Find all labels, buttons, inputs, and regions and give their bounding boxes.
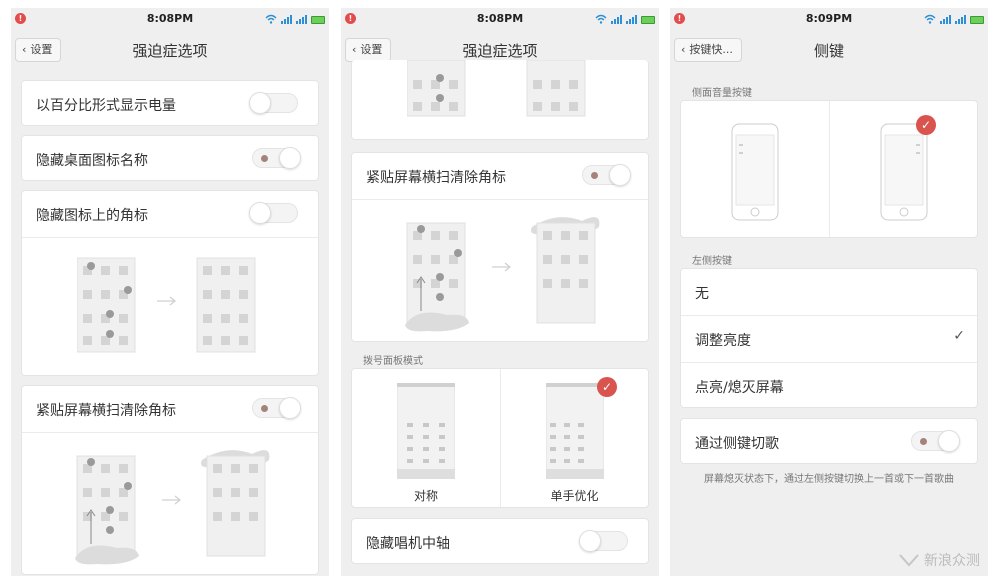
dial-symmetric-illustration xyxy=(397,383,455,479)
toggle-swipe-clear[interactable] xyxy=(582,164,631,186)
dial-option-label: 对称 xyxy=(413,489,438,503)
toggle-hide-badges[interactable] xyxy=(249,202,298,224)
row-hide-icon-names[interactable]: 隐藏桌面图标名称 xyxy=(21,135,319,181)
watermark: 新浪众测 xyxy=(898,550,980,570)
phone-right-illustration xyxy=(880,123,928,221)
swipe-illustration xyxy=(75,450,270,565)
signal-icon xyxy=(940,15,951,24)
signal-icon xyxy=(281,15,292,24)
option-none[interactable]: 无 xyxy=(681,269,977,315)
option-label: 调整亮度 xyxy=(695,333,751,349)
watermark-text: 新浪众测 xyxy=(924,553,980,569)
option-screen-toggle[interactable]: 点亮/熄灭屏幕 xyxy=(681,363,977,409)
selected-check-icon: ✓ xyxy=(916,115,936,135)
option-brightness[interactable]: 调整亮度 ✓ xyxy=(681,316,977,362)
page-title: 侧键 xyxy=(813,42,844,60)
row-swipe-clear[interactable]: 紧贴屏幕横扫清除角标 xyxy=(21,385,319,575)
dial-option-onehand[interactable]: ✓ 单手优化 xyxy=(501,369,648,509)
row-label: 隐藏唱机中轴 xyxy=(366,536,450,552)
wifi-icon xyxy=(265,14,277,24)
toggle-percent-battery[interactable] xyxy=(249,92,298,114)
battery-icon xyxy=(641,16,655,24)
screen-ocd-options-2: ! 8:08PM ‹ 设置 强迫症选项 紧贴屏幕横扫清除角标 拨号面板模式 对称… xyxy=(341,8,659,576)
wifi-icon xyxy=(595,14,607,24)
signal-icon-2 xyxy=(955,15,966,24)
page-title: 强迫症选项 xyxy=(132,42,208,60)
row-label: 紧贴屏幕横扫清除角标 xyxy=(36,403,176,419)
selected-check-icon: ✓ xyxy=(597,377,617,397)
row-label: 隐藏桌面图标名称 xyxy=(36,153,148,169)
row-label: 紧贴屏幕横扫清除角标 xyxy=(366,170,506,186)
row-percent-battery[interactable]: 以百分比形式显示电量 xyxy=(21,80,319,126)
volume-key-card: ✓ xyxy=(680,100,978,238)
phone-left-illustration xyxy=(731,123,779,221)
switch-song-note: 屏幕熄灭状态下，通过左侧按键切换上一首或下一首歌曲 xyxy=(704,474,954,485)
signal-icon xyxy=(611,15,622,24)
nav-bar: ‹ 按键快... 侧键 xyxy=(670,30,988,70)
dial-option-symmetric[interactable]: 对称 xyxy=(352,369,500,509)
status-bar: ! 8:08PM xyxy=(341,8,659,30)
battery-icon xyxy=(970,16,984,24)
option-label: 无 xyxy=(695,286,709,302)
status-bar: ! 8:08PM xyxy=(11,8,329,30)
page-title: 强迫症选项 xyxy=(462,42,538,60)
nav-bar: ‹ 设置 强迫症选项 xyxy=(11,30,329,70)
section-title-volume: 侧面音量按键 xyxy=(692,88,752,99)
wifi-icon xyxy=(924,14,936,24)
toggle-hide-icon-names[interactable] xyxy=(252,147,301,169)
badge-illustration xyxy=(407,60,586,117)
row-label: 通过侧键切歌 xyxy=(695,436,779,452)
volume-option-left[interactable] xyxy=(681,101,829,239)
signal-icon-2 xyxy=(296,15,307,24)
dial-mode-card: 对称 ✓ 单手优化 xyxy=(351,368,649,508)
left-key-options: 无 调整亮度 ✓ 点亮/熄灭屏幕 xyxy=(680,268,978,408)
row-hide-badges[interactable]: 隐藏图标上的角标 xyxy=(21,190,319,376)
dial-onehand-illustration xyxy=(546,383,604,479)
checkmark-icon: ✓ xyxy=(953,328,965,344)
toggle-hide-album-axis[interactable] xyxy=(579,530,628,552)
status-bar: ! 8:09PM xyxy=(670,8,988,30)
watermark-logo-icon xyxy=(899,554,919,567)
row-hide-album-axis[interactable]: 隐藏唱机中轴 xyxy=(351,518,649,564)
toggle-switch-song[interactable] xyxy=(911,430,960,452)
row-switch-song[interactable]: 通过侧键切歌 xyxy=(680,418,978,464)
row-hide-badges-partial xyxy=(351,60,649,140)
row-label: 隐藏图标上的角标 xyxy=(36,208,148,224)
battery-icon xyxy=(311,16,325,24)
section-title-dial: 拨号面板模式 xyxy=(363,356,423,367)
swipe-illustration xyxy=(405,217,600,332)
screen-side-keys: ! 8:09PM ‹ 按键快... 侧键 侧面音量按键 ✓ 左侧按键 无 调整亮… xyxy=(670,8,988,576)
section-title-left-key: 左侧按键 xyxy=(692,256,732,267)
row-label: 以百分比形式显示电量 xyxy=(36,98,176,114)
toggle-swipe-clear[interactable] xyxy=(252,397,301,419)
screen-ocd-options-1: ! 8:08PM ‹ 设置 强迫症选项 以百分比形式显示电量 隐藏桌面图标名称 隐… xyxy=(11,8,329,576)
badge-illustration xyxy=(77,257,256,353)
signal-icon-2 xyxy=(626,15,637,24)
volume-option-right[interactable]: ✓ xyxy=(830,101,977,239)
option-label: 点亮/熄灭屏幕 xyxy=(695,380,784,396)
row-swipe-clear[interactable]: 紧贴屏幕横扫清除角标 xyxy=(351,152,649,342)
dial-option-label: 单手优化 xyxy=(550,489,599,503)
